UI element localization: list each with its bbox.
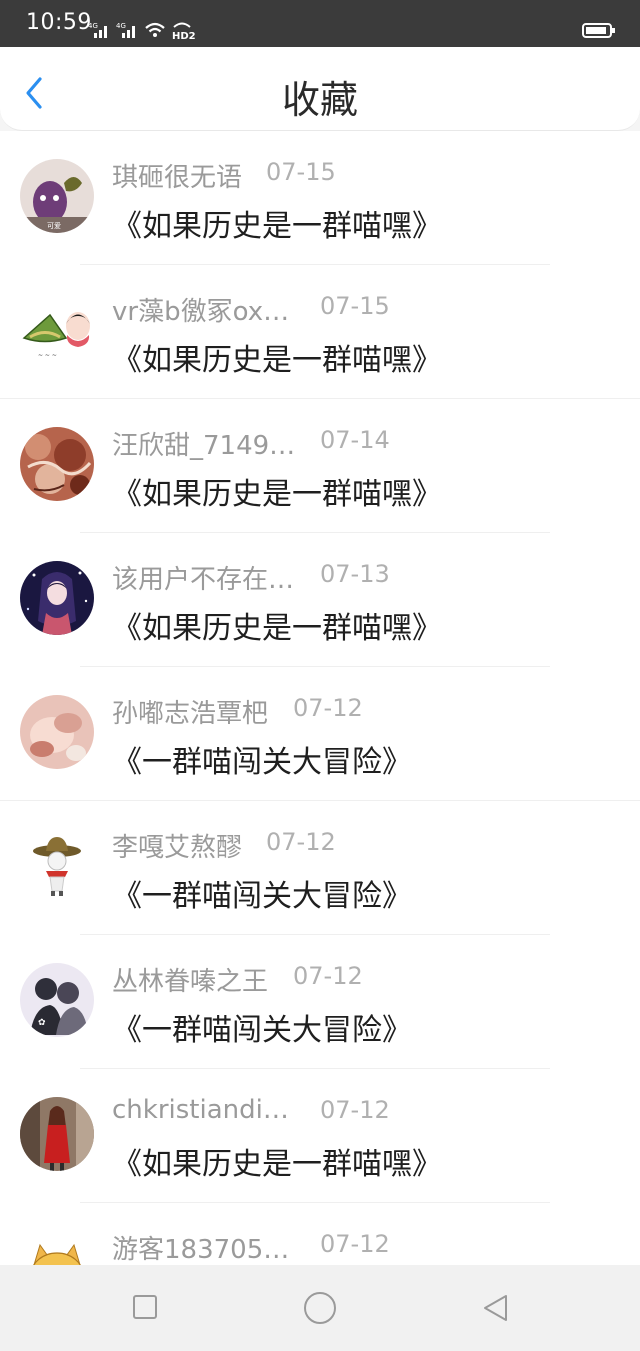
avatar[interactable] — [20, 1231, 94, 1265]
svg-text:4G: 4G — [88, 22, 98, 30]
avatar[interactable]: ✿ — [20, 963, 94, 1037]
status-time: 10:59 — [26, 10, 92, 35]
home-icon[interactable] — [304, 1292, 336, 1324]
list-item[interactable]: ~ ~ ~ vr藻b徼冢ox… 07-15 《如果历史是一群喵嘿》 — [0, 265, 640, 399]
avatar[interactable]: ~ ~ ~ — [20, 293, 94, 367]
status-bar: 10:59 4G 4G HD2 — [0, 0, 640, 47]
user-name: 汪欣甜_7149… — [112, 431, 296, 461]
system-nav-bar — [0, 1265, 640, 1351]
list-item[interactable]: chkristiandio… 07-12 《如果历史是一群喵嘿》 — [0, 1069, 640, 1203]
work-title[interactable]: 《如果历史是一群喵嘿》 — [112, 201, 442, 245]
svg-text:可爱: 可爱 — [47, 222, 61, 230]
list-item[interactable]: 该用户不存在… 07-13 《如果历史是一群喵嘿》 — [0, 533, 640, 667]
date: 07-13 — [320, 560, 390, 588]
avatar[interactable] — [20, 695, 94, 769]
svg-text:HD2: HD2 — [172, 31, 196, 40]
work-title[interactable]: 《如果历史是一群喵嘿》 — [112, 335, 442, 379]
work-title[interactable]: 《如果历史是一群喵嘿》 — [112, 603, 442, 647]
user-name: 该用户不存在… — [112, 565, 295, 595]
recent-apps-icon[interactable] — [133, 1295, 157, 1319]
list-item[interactable]: 游客1837052… 07-12 — [0, 1203, 640, 1265]
signal-4g-icon: 4G — [116, 22, 135, 38]
date: 07-12 — [320, 1230, 390, 1258]
user-name: chkristiandio… — [112, 1095, 302, 1125]
user-name: 游客1837052… — [112, 1235, 302, 1265]
page-title: 收藏 — [281, 78, 358, 122]
svg-text:~ ~ ~: ~ ~ ~ — [38, 352, 57, 359]
user-name: 孙嘟志浩覃杷 — [112, 699, 269, 729]
avatar[interactable] — [20, 829, 94, 903]
list-item[interactable]: 李嘎艾熬醪 07-12 《一群喵闯关大冒险》 — [0, 801, 640, 935]
wifi-icon — [145, 22, 165, 37]
list-item[interactable]: ✿ 丛林眷嗪之王 07-12 《一群喵闯关大冒险》 — [0, 935, 640, 1069]
list-item[interactable]: 汪欣甜_7149… 07-14 《如果历史是一群喵嘿》 — [0, 399, 640, 533]
date: 07-12 — [266, 828, 336, 856]
work-title[interactable]: 《如果历史是一群喵嘿》 — [112, 469, 442, 513]
avatar[interactable]: 可爱 — [20, 159, 94, 233]
date: 07-12 — [320, 1096, 390, 1124]
list-item[interactable]: 可爱 琪砸很无语 07-15 《如果历史是一群喵嘿》 — [0, 131, 640, 265]
favorites-list: 可爱 琪砸很无语 07-15 《如果历史是一群喵嘿》 ~ ~ ~ vr藻b徼冢o… — [0, 131, 640, 1265]
back-triangle-icon[interactable] — [480, 1293, 510, 1323]
work-title[interactable]: 《一群喵闯关大冒险》 — [112, 1005, 412, 1049]
date: 07-14 — [320, 426, 390, 454]
svg-text:✿: ✿ — [38, 1018, 46, 1028]
user-name: 丛林眷嗪之王 — [112, 967, 269, 997]
signal-4g-icon: 4G — [88, 22, 107, 38]
work-title[interactable]: 《一群喵闯关大冒险》 — [112, 871, 412, 915]
header: 收藏 — [0, 47, 640, 131]
avatar[interactable] — [20, 427, 94, 501]
work-title[interactable]: 《一群喵闯关大冒险》 — [112, 737, 412, 781]
date: 07-15 — [266, 158, 336, 186]
avatar[interactable] — [20, 1097, 94, 1171]
svg-text:4G: 4G — [116, 22, 126, 30]
date: 07-12 — [293, 694, 363, 722]
hd2-icon: HD2 — [172, 22, 196, 40]
avatar[interactable] — [20, 561, 94, 635]
status-indicators: 4G 4G HD2 — [88, 20, 202, 40]
list-item[interactable]: 孙嘟志浩覃杷 07-12 《一群喵闯关大冒险》 — [0, 667, 640, 801]
date: 07-12 — [293, 962, 363, 990]
user-name: vr藻b徼冢ox… — [112, 297, 290, 327]
date: 07-15 — [320, 292, 390, 320]
work-title[interactable]: 《如果历史是一群喵嘿》 — [112, 1139, 442, 1183]
battery-icon — [582, 23, 615, 38]
